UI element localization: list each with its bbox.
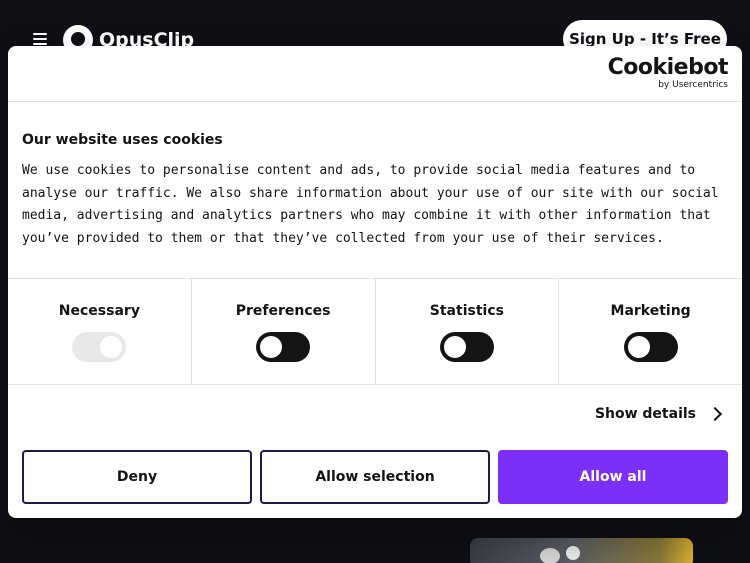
category-label: Preferences [235,303,331,319]
dialog-body-text: We use cookies to personalise content an… [22,163,719,246]
necessary-toggle [72,332,127,362]
allow-all-button[interactable]: Allow all [498,450,728,504]
allow-selection-button[interactable]: Allow selection [260,450,490,504]
category-statistics: Statistics [376,278,560,384]
cookiebot-logo-text: Cookiebot [607,55,729,80]
divider [8,384,742,385]
statistics-toggle[interactable] [439,332,494,362]
preferences-toggle[interactable] [256,332,311,362]
cookiebot-logo: Cookiebot by Usercentrics [607,55,729,91]
cookie-consent-dialog: Cookiebot by Usercentrics Our website us… [8,46,742,518]
chevron-right-icon [707,406,723,422]
category-marketing: Marketing [559,278,742,384]
category-label: Statistics [429,303,504,319]
cookiebot-logo-subtext: by Usercentrics [658,80,728,90]
video-thumbnail [470,538,693,563]
deny-button[interactable]: Deny [22,450,252,504]
page: OpusClip Sign Up - It’s Free Cookiebot b… [0,0,750,563]
marketing-toggle[interactable] [623,332,678,362]
category-necessary: Necessary [8,278,192,384]
category-label: Marketing [610,303,691,319]
cookie-categories: Necessary Preferences Statistics Marketi… [8,278,742,384]
divider [8,101,742,102]
category-preferences: Preferences [192,278,376,384]
dialog-title: Our website uses cookies [22,132,223,148]
show-details-label: Show details [594,406,696,422]
hamburger-menu-icon[interactable] [33,33,47,45]
show-details-link[interactable]: Show details [594,406,723,422]
category-label: Necessary [58,303,140,319]
